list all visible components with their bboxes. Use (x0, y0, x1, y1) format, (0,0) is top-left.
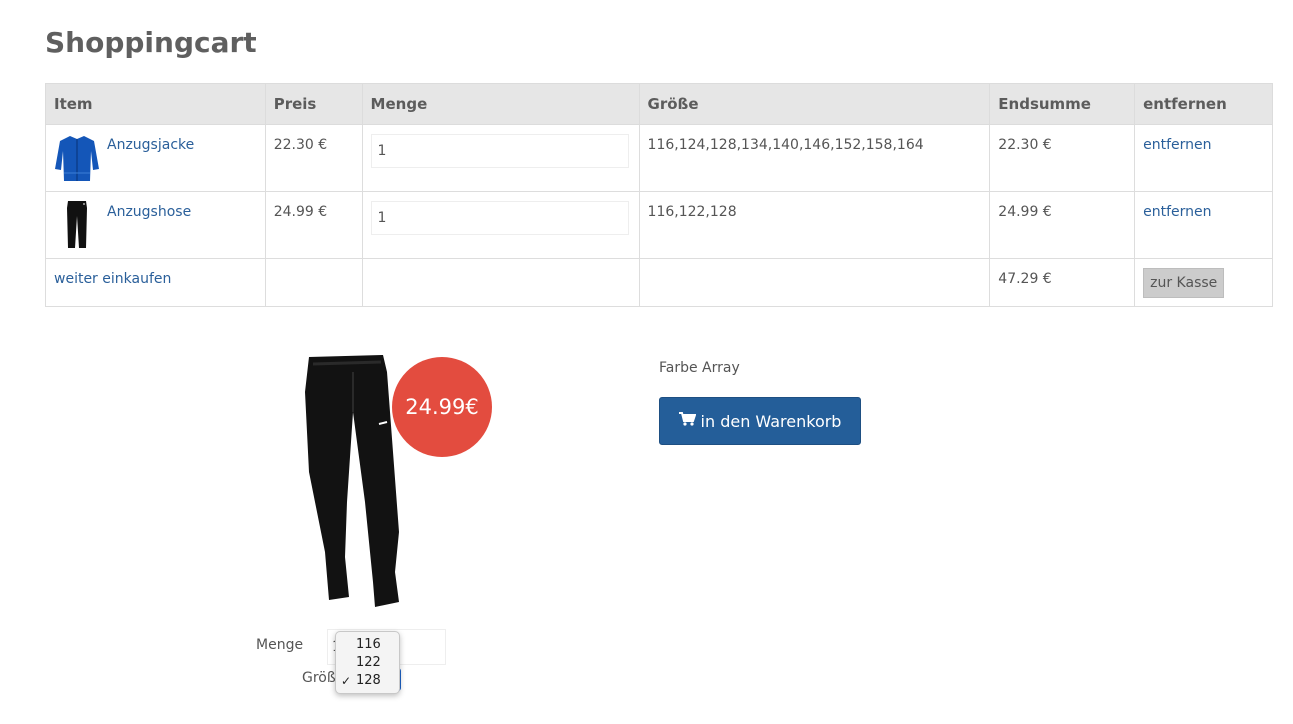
product-link-anzugshose[interactable]: Anzugshose (107, 204, 191, 220)
remove-cell: entfernen (1134, 191, 1273, 259)
add-to-cart-label: in den Warenkorb (700, 411, 842, 431)
qty-cell (361, 124, 640, 192)
price-cell: 22.30 € (264, 124, 363, 192)
grand-total-cell: 47.29 € (989, 258, 1136, 307)
shopping-cart-icon (678, 412, 696, 430)
product-image-pants (305, 355, 399, 607)
size-label: Größ (302, 670, 336, 686)
product-link-anzugsjacke[interactable]: Anzugsjacke (107, 137, 194, 153)
quantity-input[interactable] (370, 201, 629, 235)
price-badge: 24.99€ (392, 357, 492, 457)
size-option-label: 128 (356, 673, 381, 688)
empty-cell (264, 258, 363, 307)
jacket-icon[interactable] (54, 133, 100, 183)
empty-cell (361, 258, 640, 307)
add-to-cart-button[interactable]: in den Warenkorb (659, 397, 861, 445)
item-cell: Anzugsjacke (45, 124, 266, 192)
item-cell: Anzugshose (45, 191, 266, 259)
continue-cell: weiter einkaufen (45, 258, 266, 307)
size-cell: 116,122,128 (638, 191, 991, 259)
price-cell: 24.99 € (264, 191, 363, 259)
cart-header-row: Item Preis Menge Größe Endsumme entferne… (45, 83, 1273, 125)
empty-cell (638, 258, 991, 307)
remove-cell: entfernen (1134, 124, 1273, 192)
total-cell: 22.30 € (989, 124, 1136, 192)
checkmark-icon: ✓ (341, 674, 352, 688)
continue-shopping-link[interactable]: weiter einkaufen (54, 271, 171, 287)
header-size: Größe (638, 83, 991, 125)
header-item: Item (45, 83, 266, 125)
remove-link[interactable]: entfernen (1143, 204, 1211, 220)
remove-link[interactable]: entfernen (1143, 137, 1211, 153)
table-row: Anzugsjacke 22.30 € 116,124,128,134,140,… (45, 124, 1273, 192)
size-option-122[interactable]: 122 (336, 654, 399, 672)
size-option-116[interactable]: 116 (336, 636, 399, 654)
total-cell: 24.99 € (989, 191, 1136, 259)
color-label: Farbe Array (659, 360, 740, 376)
cart-table: Item Preis Menge Größe Endsumme entferne… (45, 83, 1273, 307)
qty-cell (361, 191, 640, 259)
table-row: Anzugshose 24.99 € 116,122,128 24.99 € e… (45, 191, 1273, 259)
header-remove: entfernen (1134, 83, 1273, 125)
table-footer-row: weiter einkaufen 47.29 € zur Kasse (45, 258, 1273, 307)
size-dropdown[interactable]: 116 122 ✓ 128 (335, 631, 400, 694)
quantity-input[interactable] (370, 134, 629, 168)
header-total: Endsumme (989, 83, 1136, 125)
size-cell: 116,124,128,134,140,146,152,158,164 (638, 124, 991, 192)
checkout-button[interactable]: zur Kasse (1143, 268, 1225, 298)
pants-icon[interactable] (54, 200, 100, 250)
quantity-label: Menge (256, 637, 304, 653)
header-price: Preis (264, 83, 363, 125)
header-qty: Menge (361, 83, 640, 125)
checkout-cell: zur Kasse (1134, 258, 1273, 307)
page-title: Shoppingcart (45, 26, 257, 59)
size-option-128[interactable]: ✓ 128 (336, 672, 399, 690)
